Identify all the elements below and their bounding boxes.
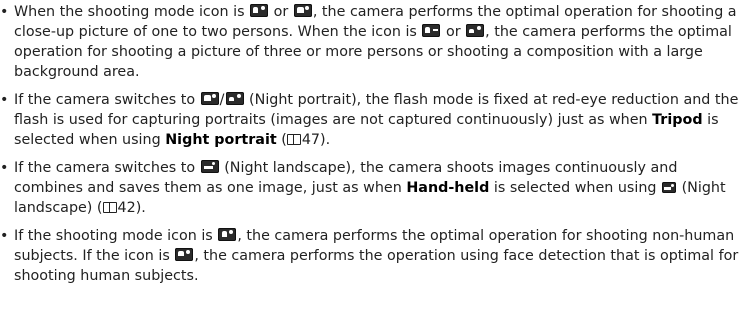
portrait-closeup-icon bbox=[250, 4, 269, 17]
portrait-group-backlit-icon bbox=[466, 24, 485, 37]
page-reference-icon bbox=[286, 134, 301, 145]
bullet: • bbox=[0, 92, 9, 108]
text: If the shooting mode icon is bbox=[14, 228, 218, 244]
text: is selected when using bbox=[489, 180, 662, 196]
list-item: • If the camera switches to (Night lands… bbox=[0, 158, 746, 218]
text: ( bbox=[276, 132, 287, 148]
page-reference[interactable]: 47 bbox=[302, 132, 320, 148]
nonhuman-subject-icon bbox=[218, 228, 237, 241]
tripod-label: Tripod bbox=[652, 112, 703, 128]
text: When the shooting mode icon is bbox=[14, 4, 250, 20]
list-item: • If the shooting mode icon is , the cam… bbox=[0, 226, 746, 286]
text: or bbox=[269, 4, 293, 20]
bullet: • bbox=[0, 4, 9, 20]
list-item: • When the shooting mode icon is or , th… bbox=[0, 2, 746, 82]
bullet: • bbox=[0, 160, 9, 176]
text: ). bbox=[320, 132, 331, 148]
night-portrait-icon bbox=[200, 92, 219, 105]
page-reference[interactable]: 42 bbox=[118, 200, 136, 216]
portrait-group-icon bbox=[422, 24, 441, 37]
text: If the camera switches to bbox=[14, 160, 200, 176]
night-landscape-icon bbox=[662, 182, 677, 193]
bullet: • bbox=[0, 228, 9, 244]
night-portrait-label: Night portrait bbox=[165, 132, 277, 148]
night-landscape-icon bbox=[200, 160, 219, 173]
notes-list: • When the shooting mode icon is or , th… bbox=[0, 2, 746, 286]
night-portrait-group-icon bbox=[225, 92, 244, 105]
hand-held-label: Hand-held bbox=[406, 180, 490, 196]
portrait-closeup-backlit-icon bbox=[293, 4, 312, 17]
text: or bbox=[441, 24, 466, 40]
text: If the camera switches to bbox=[14, 92, 200, 108]
text: ). bbox=[135, 200, 146, 216]
text: / bbox=[219, 92, 225, 108]
page-reference-icon bbox=[102, 202, 117, 213]
human-subject-icon bbox=[175, 248, 194, 261]
list-item: • If the camera switches to / (Night por… bbox=[0, 90, 746, 150]
